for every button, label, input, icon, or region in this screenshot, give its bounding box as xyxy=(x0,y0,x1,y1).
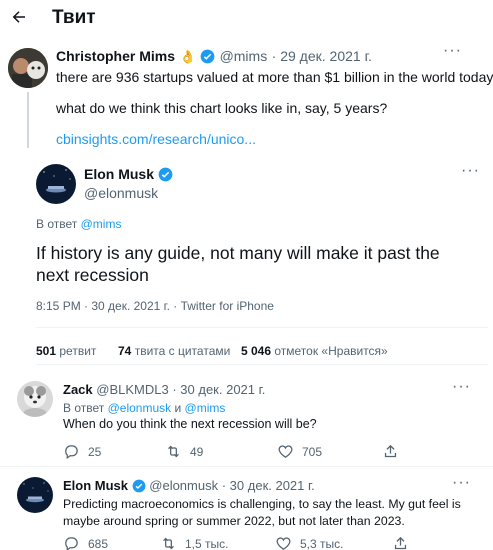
tweet-text: If history is any guide, not many will m… xyxy=(36,243,440,263)
avatar[interactable] xyxy=(8,48,48,88)
avatar[interactable] xyxy=(17,381,53,417)
author-handle[interactable]: @BLKMDL3 xyxy=(96,382,168,397)
retweet-icon xyxy=(168,445,179,458)
share-icon xyxy=(384,444,397,458)
divider xyxy=(36,327,488,328)
author-name[interactable]: Christopher Mims xyxy=(56,48,175,64)
quote-count[interactable]: 74 твита с цитатами xyxy=(118,344,230,358)
tweet-text: there are 936 startups valued at more th… xyxy=(56,69,493,85)
tweet-text: next recession xyxy=(36,265,149,285)
more-icon[interactable]: ··· xyxy=(443,42,462,60)
divider xyxy=(36,364,488,365)
reply-to-link[interactable]: @elonmusk xyxy=(108,401,172,415)
reply-to-link[interactable]: @mims xyxy=(81,217,122,231)
heart-icon xyxy=(278,445,293,458)
retweet-count[interactable]: 501 ретвит xyxy=(36,344,96,358)
tweet-timestamp[interactable]: 8:15 PM · 30 дек. 2021 г. · Twitter for … xyxy=(36,299,274,313)
share-button[interactable] xyxy=(382,443,399,465)
avatar[interactable] xyxy=(17,477,53,513)
retweet-button[interactable]: 1,5 тыс. xyxy=(160,535,228,550)
retweet-button[interactable]: 49 xyxy=(165,443,203,460)
verified-icon xyxy=(132,479,146,493)
verified-icon xyxy=(159,167,173,182)
like-button[interactable]: 705 xyxy=(277,443,322,460)
tweet-link[interactable]: cbinsights.com/research/unico... xyxy=(56,131,256,147)
reply-to-link[interactable]: @mims xyxy=(185,401,226,415)
like-button[interactable]: 5,3 тыс. xyxy=(275,535,343,550)
divider xyxy=(0,466,493,467)
tweet-date[interactable]: · 30 дек. 2021 г. xyxy=(172,382,265,397)
author-handle[interactable]: @elonmusk xyxy=(149,478,218,493)
heart-icon xyxy=(276,537,291,550)
back-button[interactable] xyxy=(10,8,30,26)
author-name[interactable]: Zack xyxy=(63,382,93,397)
reply-button[interactable]: 685 xyxy=(63,535,108,550)
author-name[interactable]: Elon Musk xyxy=(84,166,154,182)
tweet-text: maybe around spring or summer 2022, but … xyxy=(63,514,405,528)
tweet-text: When do you think the next recession wil… xyxy=(63,417,317,431)
tweet-text: what do we think this chart looks like i… xyxy=(56,100,388,116)
comment-icon xyxy=(65,537,78,550)
author-handle[interactable]: @elonmusk xyxy=(84,185,158,201)
more-icon[interactable]: ··· xyxy=(452,378,471,396)
reply-prefix: В ответ xyxy=(63,401,105,415)
verified-icon xyxy=(200,49,215,64)
share-button[interactable] xyxy=(392,535,409,550)
arrow-left-icon xyxy=(12,11,25,23)
reply-button[interactable]: 25 xyxy=(63,443,101,460)
reply-prefix: В ответ xyxy=(36,217,78,231)
author-name[interactable]: Elon Musk xyxy=(63,478,128,493)
ok-hand-emoji: 👌 xyxy=(179,49,196,64)
tweet-date[interactable]: · 30 дек. 2021 г. xyxy=(222,478,315,493)
avatar[interactable] xyxy=(36,164,76,204)
more-icon[interactable]: ··· xyxy=(452,474,471,492)
more-icon[interactable]: ··· xyxy=(461,162,480,180)
share-icon xyxy=(394,536,407,550)
comment-icon xyxy=(65,445,78,460)
tweet-text: Predicting macroeconomics is challenging… xyxy=(63,497,461,511)
retweet-icon xyxy=(163,537,174,550)
thread-line xyxy=(27,92,29,148)
page-title: Твит xyxy=(52,7,96,28)
author-handle[interactable]: @mims xyxy=(220,48,268,64)
like-count[interactable]: 5 046 отметок «Нравится» xyxy=(241,344,388,358)
tweet-date[interactable]: · 29 дек. 2021 г. xyxy=(272,48,372,64)
